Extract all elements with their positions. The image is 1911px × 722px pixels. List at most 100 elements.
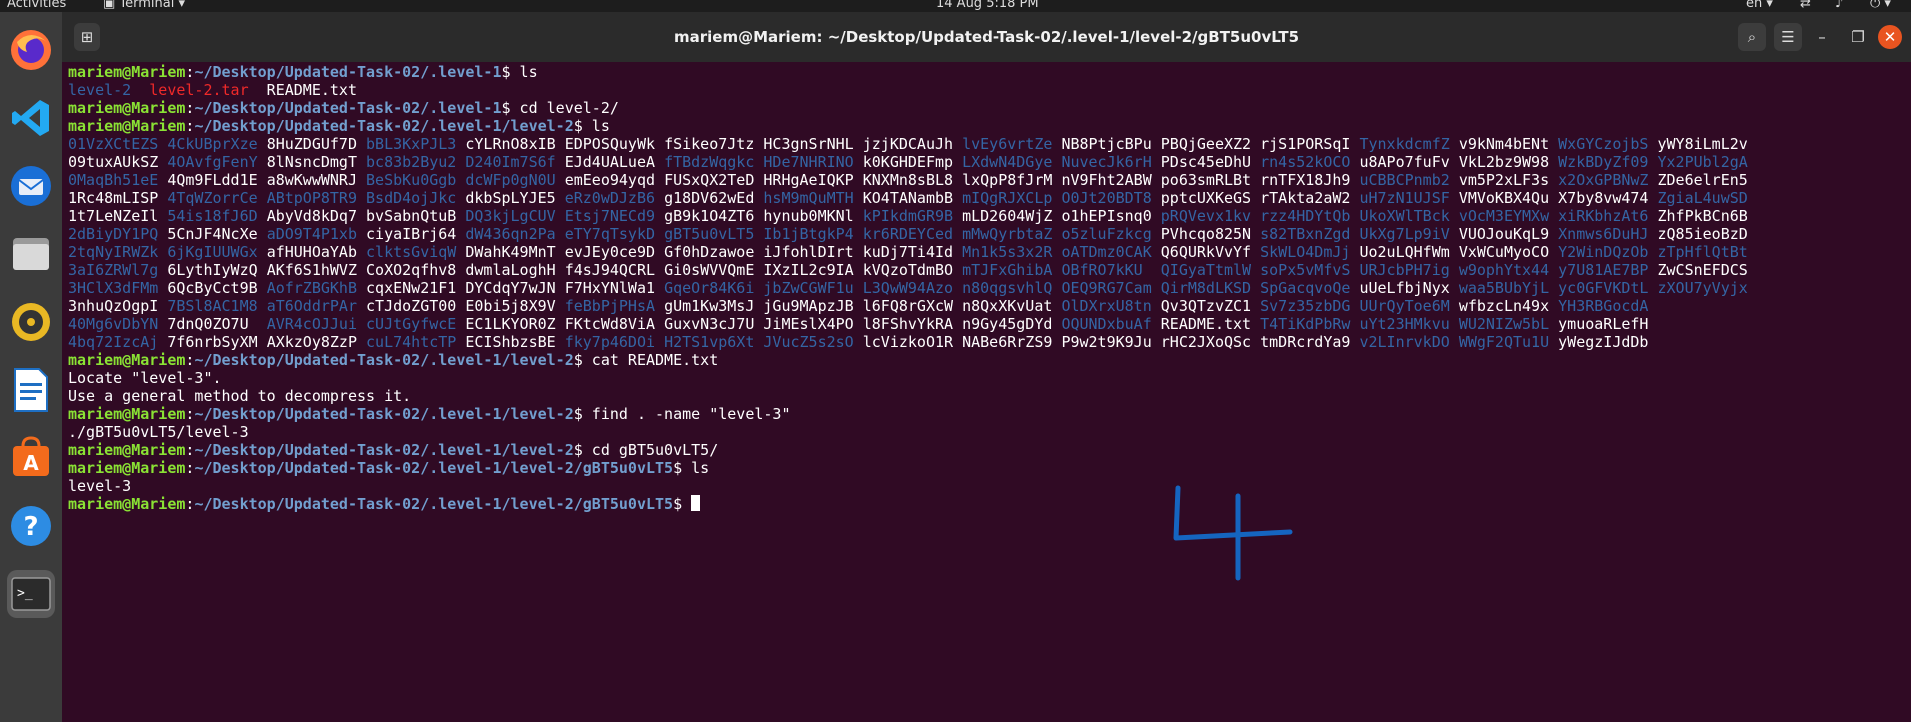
- thunderbird-icon[interactable]: [7, 162, 55, 210]
- ls-entry: ymuoaRLefH: [1558, 315, 1649, 333]
- ls-entry: 5CnJF4NcXe: [167, 225, 258, 243]
- ls-entry: FUSxQX2TeD: [664, 171, 755, 189]
- ls-entry: 8HuZDGUf7D: [266, 135, 357, 153]
- terminal-icon[interactable]: >_: [7, 570, 55, 618]
- ls-entry: emEeo94yqd: [564, 171, 656, 189]
- ls-entry: clktsGviqW: [366, 243, 457, 261]
- ls-entry: mLD2604WjZ: [962, 207, 1053, 225]
- ls-entry: v2LInrvkDO: [1359, 333, 1450, 351]
- help-icon[interactable]: ?: [7, 502, 55, 550]
- maximize-button[interactable]: ❐: [1844, 23, 1872, 51]
- ls-entry: zQ85ieoBzD: [1657, 225, 1748, 243]
- menu-icon[interactable]: ☰: [1774, 23, 1802, 51]
- ls-entry: kuDj7Ti4Id: [862, 243, 954, 261]
- ls-entry: SkWLO4DmJj: [1260, 243, 1351, 261]
- ls-entry: 4CkUBprXze: [167, 135, 258, 153]
- ls-entry: yc0GFVKDtL: [1558, 279, 1649, 297]
- ls-entry: ZgiaL4uwSD: [1657, 189, 1748, 207]
- ls-entry: afHUHOaYAb: [266, 243, 357, 261]
- ls-entry: aDO9T4P1xb: [266, 225, 357, 243]
- ls-entry: JiMEslX4PO: [763, 315, 854, 333]
- ls-entry: n80qgsvhlQ: [962, 279, 1053, 297]
- ls-entry: cuL74htcTP: [366, 333, 457, 351]
- ls-entry: 7f6nrbSyXM: [167, 333, 258, 351]
- ls-entry: DWahK49MnT: [465, 243, 556, 261]
- close-button[interactable]: ✕: [1878, 25, 1902, 49]
- ls-entry: pRQVevx1kv: [1160, 207, 1252, 225]
- ls-entry: nV9Fht2ABW: [1061, 171, 1152, 189]
- ls-entry: T4TiKdPbRw: [1260, 315, 1351, 333]
- ls-entry: dcWFp0gN0U: [465, 171, 556, 189]
- ls-entry: oATDmz0CAK: [1061, 243, 1152, 261]
- terminal-view[interactable]: mariem@Mariem:~/Desktop/Updated-Task-02/…: [62, 62, 1911, 722]
- ls-entry: 09tuxAUkSZ: [68, 153, 159, 171]
- ls-entry: AVR4cOJJui: [266, 315, 357, 333]
- ls-entry: soPx5vMfvS: [1260, 261, 1351, 279]
- volume-icon[interactable]: ♪: [1835, 0, 1843, 11]
- ls-entry: 4OAvfgFenY: [167, 153, 258, 171]
- ls-entry: WWgF2QTu1U: [1458, 333, 1550, 351]
- ls-entry: l6FQ8rGXcW: [862, 297, 954, 315]
- svg-text:A: A: [23, 451, 39, 475]
- app-menu[interactable]: ▣ Terminal ▾: [103, 0, 185, 11]
- ls-entry: GuxvN3cJ7U: [664, 315, 755, 333]
- ls-entry: gUm1Kw3MsJ: [664, 297, 755, 315]
- firefox-icon[interactable]: [7, 26, 55, 74]
- ls-entry: evJEy0ce9D: [564, 243, 656, 261]
- ls-entry: Uo2uLQHfWm: [1359, 243, 1450, 261]
- search-icon[interactable]: ⌕: [1738, 23, 1766, 51]
- ls-entry: 6LythIyWzQ: [167, 261, 258, 279]
- ls-entry: UUrQyToe6M: [1359, 297, 1450, 315]
- ls-entry: VkL2bz9W98: [1458, 153, 1550, 171]
- ls-entry: hynub0MKNl: [763, 207, 854, 225]
- ls-entry: Q6QURkVvYf: [1160, 243, 1252, 261]
- ls-entry: DYCdqY7wJN: [465, 279, 556, 297]
- writer-icon[interactable]: [7, 366, 55, 414]
- ls-entry: feBbPjPHsA: [564, 297, 656, 315]
- rhythmbox-icon[interactable]: [7, 298, 55, 346]
- ls-entry: rTAkta2aW2: [1260, 189, 1351, 207]
- cursor[interactable]: [691, 495, 701, 511]
- vscode-icon[interactable]: [7, 94, 55, 142]
- software-icon[interactable]: A: [7, 434, 55, 482]
- output-text: level-2: [68, 81, 132, 99]
- language-indicator[interactable]: en ▾: [1746, 0, 1773, 11]
- ls-entry: UkoXWlTBck: [1359, 207, 1450, 225]
- ls-entry: waa5BUbYjL: [1458, 279, 1550, 297]
- ls-entry: Yx2PUbl2gA: [1657, 153, 1748, 171]
- activities-button[interactable]: Activities: [7, 0, 66, 11]
- ls-entry: l8FShvYkRA: [862, 315, 954, 333]
- minimize-button[interactable]: –: [1808, 23, 1836, 51]
- prompt-symbol: $: [501, 63, 520, 81]
- show-apps-icon[interactable]: [17, 676, 45, 704]
- clock[interactable]: 14 Aug 5:18 PM: [936, 0, 1039, 11]
- ls-entry: FKtcWd8ViA: [564, 315, 656, 333]
- prompt-symbol: $: [573, 441, 592, 459]
- power-icon[interactable]: ⏻ ▾: [1870, 0, 1891, 11]
- ls-entry: EDPOSQuyWk: [564, 135, 656, 153]
- ls-entry: yWY8iLmL2v: [1657, 135, 1748, 153]
- dock: A ? >_: [0, 12, 62, 722]
- ls-entry: H2TS1vp6Xt: [664, 333, 755, 351]
- network-icon[interactable]: ⇄: [1800, 0, 1811, 11]
- ls-entry: k0KGHDEFmp: [862, 153, 954, 171]
- command-text: cat README.txt: [591, 351, 719, 369]
- files-icon[interactable]: [7, 230, 55, 278]
- ls-entry: OlDXrxU8tn: [1061, 297, 1152, 315]
- prompt-path: ~/Desktop/Updated-Task-02/.level-1/level…: [194, 117, 574, 135]
- ls-entry: NB8PtjcBPu: [1061, 135, 1152, 153]
- ls-entry: v9kNm4bENt: [1458, 135, 1550, 153]
- ls-entry: n9Gy45gDYd: [962, 315, 1053, 333]
- prompt-user: mariem@Mariem: [68, 117, 186, 135]
- ls-entry: rn4s52kOCO: [1260, 153, 1351, 171]
- ls-entry: g18DV62wEd: [664, 189, 755, 207]
- ls-entry: a8wKwwWNRJ: [266, 171, 357, 189]
- prompt-symbol: $: [573, 117, 592, 135]
- window-titlebar[interactable]: ⊞ mariem@Mariem: ~/Desktop/Updated-Task-…: [62, 12, 1911, 62]
- ls-entry: kVQzoTdmBO: [862, 261, 954, 279]
- prompt-user: mariem@Mariem: [68, 99, 186, 117]
- ls-entry: cqxENw21F1: [366, 279, 457, 297]
- ls-entry: 6QcByCct9B: [167, 279, 258, 297]
- ls-entry: AofrZBGKhB: [266, 279, 357, 297]
- prompt-symbol: $: [673, 495, 692, 513]
